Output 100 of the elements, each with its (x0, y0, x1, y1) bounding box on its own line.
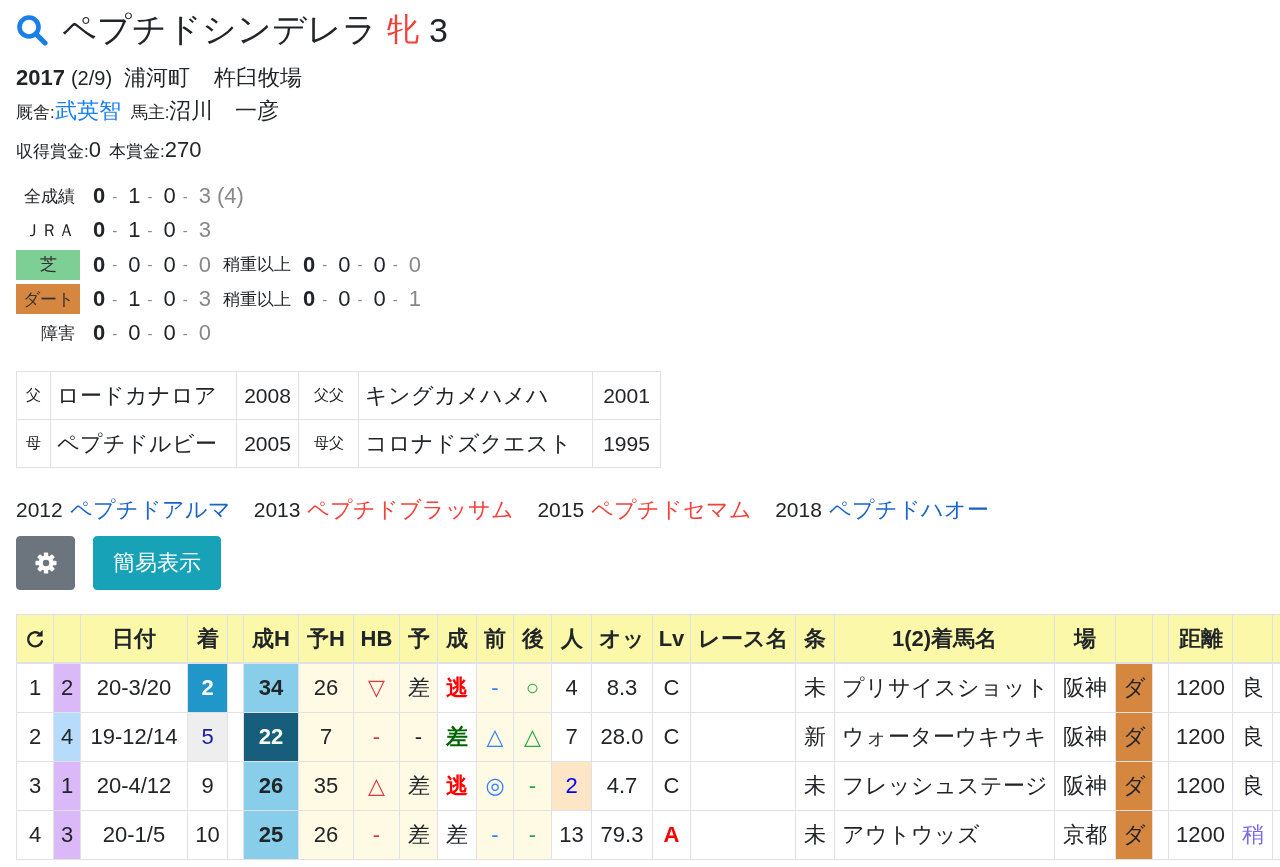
table-cell: 26 (298, 811, 354, 860)
table-cell: 逃 (437, 663, 477, 713)
table-cell: 26 (243, 762, 299, 811)
separator: - (147, 221, 153, 239)
table-cell: - (399, 713, 438, 762)
search-icon[interactable] (16, 14, 48, 46)
separator: - (322, 256, 328, 274)
column-header: 着 (187, 615, 228, 664)
pedigree-year: 2005 (236, 420, 299, 468)
table-cell: 4 (551, 663, 592, 713)
separator: - (147, 187, 153, 205)
record-count: 0 (93, 286, 106, 313)
table-cell: 京都 (1054, 811, 1116, 860)
column-header: 人 (551, 615, 592, 664)
table-cell: フレッシュステージ (834, 762, 1055, 811)
table-cell: 逃 (437, 762, 477, 811)
sibling-link[interactable]: ペプチドアルマ (69, 495, 231, 526)
pedigree-label: 母 (16, 420, 51, 468)
breeder: 杵臼牧場 (214, 64, 303, 92)
column-header: 場 (1054, 615, 1116, 664)
table-cell: 阪神 (1054, 713, 1116, 762)
record-count: 1 (408, 286, 421, 313)
table-cell: ダ (1115, 762, 1153, 811)
table-cell: A (652, 811, 691, 860)
pedigree-year: 2001 (592, 372, 661, 420)
separator: - (112, 290, 118, 308)
record-count: 1 (128, 183, 141, 210)
table-cell: △ (513, 713, 552, 762)
table-cell: 8.3 (591, 663, 653, 713)
table-cell: ▽ (353, 663, 400, 713)
birth-date: (2/9) (70, 66, 113, 91)
table-cell: 5 (187, 713, 228, 762)
column-header: 日付 (80, 615, 188, 664)
horse-name: ペプチドシンデレラ (62, 9, 377, 50)
table-cell: 7 (551, 713, 592, 762)
table-cell: 19-12/14 (80, 713, 188, 762)
table-cell: プリサイスショット (834, 663, 1055, 713)
table-cell: 9 (187, 762, 228, 811)
separator: - (112, 187, 118, 205)
separator: - (112, 221, 118, 239)
birthplace: 浦河町 (124, 64, 191, 92)
separator: - (182, 221, 188, 239)
table-cell: 20-1/5 (80, 811, 188, 860)
record-count: 1 (128, 286, 141, 313)
display-mode-button[interactable]: 簡易表示 (93, 536, 221, 591)
table-cell: 35 (298, 762, 354, 811)
table-cell: ○ (513, 663, 552, 713)
sibling-link[interactable]: ペプチドセマム (591, 495, 753, 526)
record-label: 全成績 (23, 185, 76, 208)
trainer-link[interactable]: 武英智 (54, 96, 121, 126)
pedigree-name: コロナドズクエスト (358, 420, 593, 468)
record-count: 1 (128, 217, 141, 244)
trainer-label: 厩舎: (16, 103, 55, 124)
surface-tag: ダート (16, 284, 80, 315)
table-cell: 差 (437, 811, 477, 860)
record-count: 0 (303, 251, 316, 278)
separator: - (322, 290, 328, 308)
prize-value: 270 (164, 136, 202, 164)
birth-year: 2017 (16, 64, 65, 92)
gear-icon (34, 552, 57, 575)
record-count: 0 (303, 286, 316, 313)
table-cell: 7 (298, 713, 354, 762)
table-cell: 20-4/12 (80, 762, 188, 811)
separator: - (147, 256, 153, 274)
record-count: 3 (198, 286, 211, 313)
separator: - (182, 324, 188, 342)
pedigree-label: 母父 (298, 420, 359, 468)
record-label: ＪＲＡ (23, 219, 76, 242)
table-cell: 34 (243, 663, 299, 713)
table-cell: 25 (243, 811, 299, 860)
record-count: 0 (163, 286, 176, 313)
column-header: 後 (513, 615, 552, 664)
separator: - (357, 256, 363, 274)
table-cell: △ (353, 762, 400, 811)
sibling-year: 2012 (16, 497, 63, 524)
settings-button[interactable] (16, 536, 75, 591)
table-cell: 差 (399, 663, 438, 713)
column-header: 前 (476, 615, 514, 664)
record-count: 0 (373, 286, 386, 313)
record-total: (4) (217, 183, 244, 210)
table-cell: アウトウッズ (834, 811, 1055, 860)
record-count: 3 (198, 217, 211, 244)
prize-value: 0 (88, 136, 101, 164)
table-cell: - (353, 713, 400, 762)
sibling-link[interactable]: ペプチドブラッサム (307, 495, 515, 526)
column-header: 予H (298, 615, 354, 664)
record-count: 0 (163, 183, 176, 210)
table-cell: 3 (16, 762, 54, 811)
record-count: 0 (338, 286, 351, 313)
horse-sex: 牝 (387, 10, 419, 49)
record-count: 0 (163, 320, 176, 347)
table-cell: 未 (795, 811, 835, 860)
table-cell: - (476, 811, 514, 860)
separator: - (392, 290, 398, 308)
table-cell: 1200 (1168, 762, 1233, 811)
table-cell: 良 (1232, 713, 1273, 762)
condition-label: 稍重以上 (223, 254, 291, 277)
sibling-link[interactable]: ペプチドハオー (828, 495, 989, 526)
table-cell: 1 (16, 663, 54, 713)
table-cell: 阪神 (1054, 663, 1116, 713)
